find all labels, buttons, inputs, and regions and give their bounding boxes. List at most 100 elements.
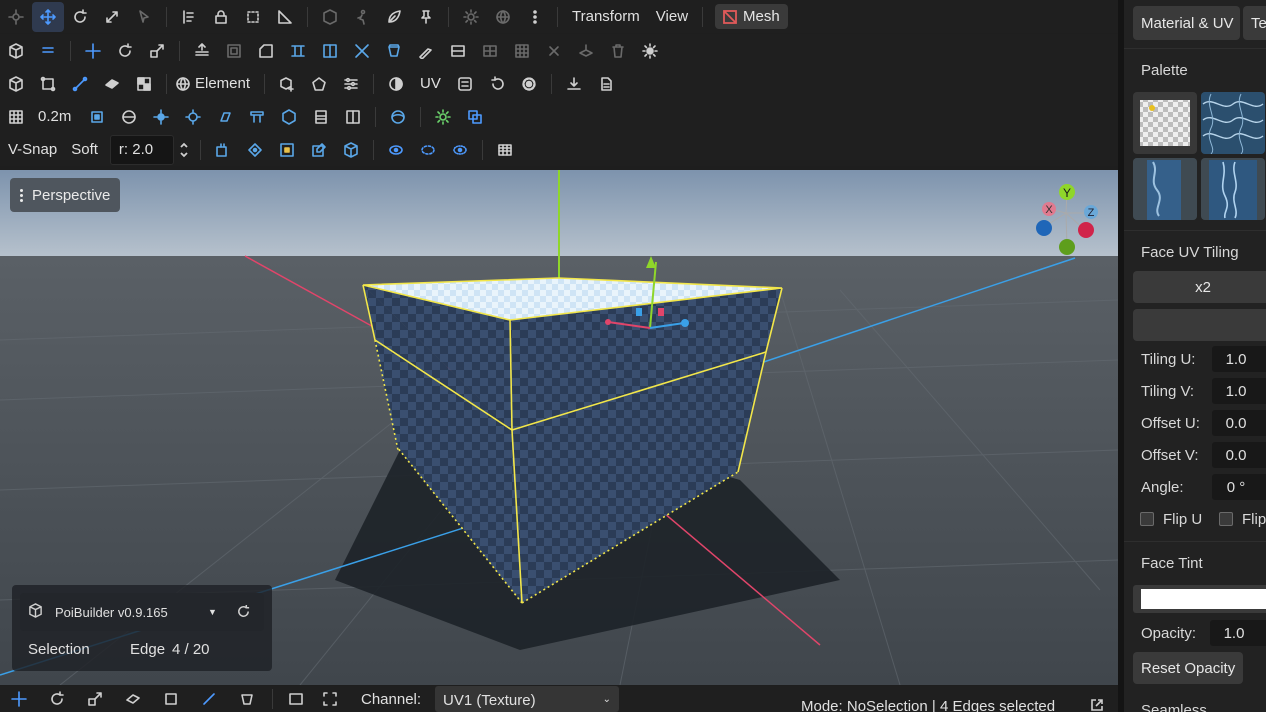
rotate-tool-icon[interactable] — [64, 2, 96, 32]
radius-input[interactable]: r: 2.0 — [109, 134, 174, 165]
face-select-icon[interactable] — [114, 684, 152, 712]
snap-target-icon[interactable] — [145, 102, 177, 132]
scale-icon[interactable] — [141, 36, 173, 66]
document-icon[interactable] — [590, 69, 622, 99]
version-selector[interactable]: PoiBuilder v0.9.165 ▼ — [20, 593, 264, 631]
lock-icon[interactable] — [205, 2, 237, 32]
element-button[interactable]: Element — [193, 75, 258, 92]
tiling-v-input[interactable]: 1.0 — [1212, 378, 1266, 404]
anchor-box-icon[interactable] — [271, 135, 303, 165]
tiling-x2-button[interactable]: x2 — [1133, 271, 1266, 303]
material-ball-icon[interactable] — [380, 69, 412, 99]
list-edit-icon[interactable] — [173, 2, 205, 32]
globe-icon[interactable] — [487, 2, 519, 32]
snap-plane-icon[interactable] — [209, 102, 241, 132]
flip-v-checkbox[interactable] — [1219, 512, 1233, 526]
refresh-icon[interactable] — [236, 604, 251, 622]
image-icon[interactable] — [279, 684, 313, 712]
snap-center-icon[interactable] — [177, 102, 209, 132]
merge-icon[interactable] — [346, 36, 378, 66]
snap-surface-icon[interactable] — [382, 102, 414, 132]
soft-cube-icon[interactable] — [207, 135, 239, 165]
snap-pillar-icon[interactable] — [241, 102, 273, 132]
face-tint-color-picker[interactable] — [1133, 585, 1266, 613]
frame-icon[interactable] — [313, 684, 347, 712]
subdivide-icon[interactable] — [474, 36, 506, 66]
add-cube-icon[interactable] — [271, 69, 303, 99]
vertex-edit-icon[interactable] — [303, 135, 335, 165]
reset-opacity-button[interactable]: Reset Opacity — [1133, 652, 1244, 684]
channel-select[interactable]: UV1 (Texture) ⌄ — [435, 686, 620, 712]
pin-icon[interactable] — [410, 2, 442, 32]
tiling-option-button[interactable] — [1133, 309, 1266, 341]
table-icon[interactable] — [489, 135, 521, 165]
mesh-button[interactable]: Mesh — [715, 4, 788, 29]
view-menu[interactable]: View — [648, 8, 696, 25]
grid-fill-icon[interactable] — [506, 36, 538, 66]
grid-icon[interactable] — [0, 102, 32, 132]
palette-swatch-water[interactable] — [1201, 92, 1265, 154]
external-link-icon[interactable] — [1090, 698, 1104, 712]
palette-swatch-ice[interactable] — [1201, 158, 1265, 220]
chevron-up-icon[interactable] — [179, 140, 189, 150]
snap-layers-icon[interactable] — [305, 102, 337, 132]
gizmo-neg-y-handle[interactable] — [1059, 239, 1075, 255]
3d-viewport[interactable]: Y X Z Perspective PoiBuilder v0.9.165 ▼ — [0, 170, 1118, 685]
opacity-input[interactable]: 1.0 — [1210, 620, 1266, 646]
transform-menu[interactable]: Transform — [564, 8, 648, 25]
snap-circle-icon[interactable] — [113, 102, 145, 132]
vertex-select-icon[interactable] — [152, 684, 190, 712]
leaf-icon[interactable] — [378, 2, 410, 32]
diamond-icon[interactable] — [239, 135, 271, 165]
tab-material-uv[interactable]: Material & UV — [1133, 6, 1240, 40]
move-cross-icon[interactable] — [77, 36, 109, 66]
caret-down-icon[interactable]: ▼ — [208, 607, 217, 617]
rotate-icon[interactable] — [38, 684, 76, 712]
tab-texture[interactable]: Te — [1243, 6, 1266, 40]
grab-icon[interactable] — [0, 2, 32, 32]
bounds-icon[interactable] — [237, 2, 269, 32]
walk-icon[interactable] — [346, 2, 378, 32]
grid-size-value[interactable]: 0.2m — [32, 108, 81, 125]
split-icon[interactable] — [314, 36, 346, 66]
settings-sun-icon[interactable] — [634, 36, 666, 66]
dissolve-icon[interactable] — [538, 36, 570, 66]
lasso-dashed-icon[interactable] — [412, 135, 444, 165]
face-mode-icon[interactable] — [96, 69, 128, 99]
trash-icon[interactable] — [602, 36, 634, 66]
knife-icon[interactable] — [410, 36, 442, 66]
download-icon[interactable] — [558, 69, 590, 99]
snap-frame-icon[interactable] — [81, 102, 113, 132]
chevron-down-icon[interactable] — [179, 150, 189, 160]
soft-toggle[interactable]: Soft — [65, 141, 106, 158]
palette-swatch-checker[interactable] — [1133, 92, 1197, 154]
sliders-icon[interactable] — [335, 69, 367, 99]
lasso-ring-icon[interactable] — [380, 135, 412, 165]
light-icon[interactable] — [427, 102, 459, 132]
radius-stepper[interactable] — [174, 135, 194, 165]
cube-shade-icon[interactable] — [314, 2, 346, 32]
move-tool-icon[interactable] — [32, 1, 64, 32]
undo-icon[interactable] — [481, 69, 513, 99]
checker-icon[interactable] — [128, 69, 160, 99]
gizmo-neg-x-handle[interactable] — [1078, 222, 1094, 238]
scale-tool-icon[interactable] — [96, 2, 128, 32]
loop-cut-icon[interactable] — [442, 36, 474, 66]
uv-layout-icon[interactable] — [449, 69, 481, 99]
perspective-button[interactable]: Perspective — [10, 178, 121, 212]
more-vertical-icon[interactable] — [519, 2, 551, 32]
uv-button[interactable]: UV — [412, 75, 449, 92]
edge-select-icon[interactable] — [190, 684, 228, 712]
select-arrow-icon[interactable] — [128, 2, 160, 32]
gizmo-neg-z-handle[interactable] — [1036, 220, 1052, 236]
bevel-icon[interactable] — [250, 36, 282, 66]
ruler-angle-icon[interactable] — [269, 2, 301, 32]
tiling-u-input[interactable]: 1.0 — [1212, 346, 1266, 372]
snap-mirror-icon[interactable] — [337, 102, 369, 132]
overlap-icon[interactable] — [459, 102, 491, 132]
inset-icon[interactable] — [218, 36, 250, 66]
rotate-icon[interactable] — [109, 36, 141, 66]
flip-u-checkbox[interactable] — [1140, 512, 1154, 526]
angle-input[interactable]: 0 ° — [1212, 474, 1266, 500]
snap-hex-icon[interactable] — [273, 102, 305, 132]
